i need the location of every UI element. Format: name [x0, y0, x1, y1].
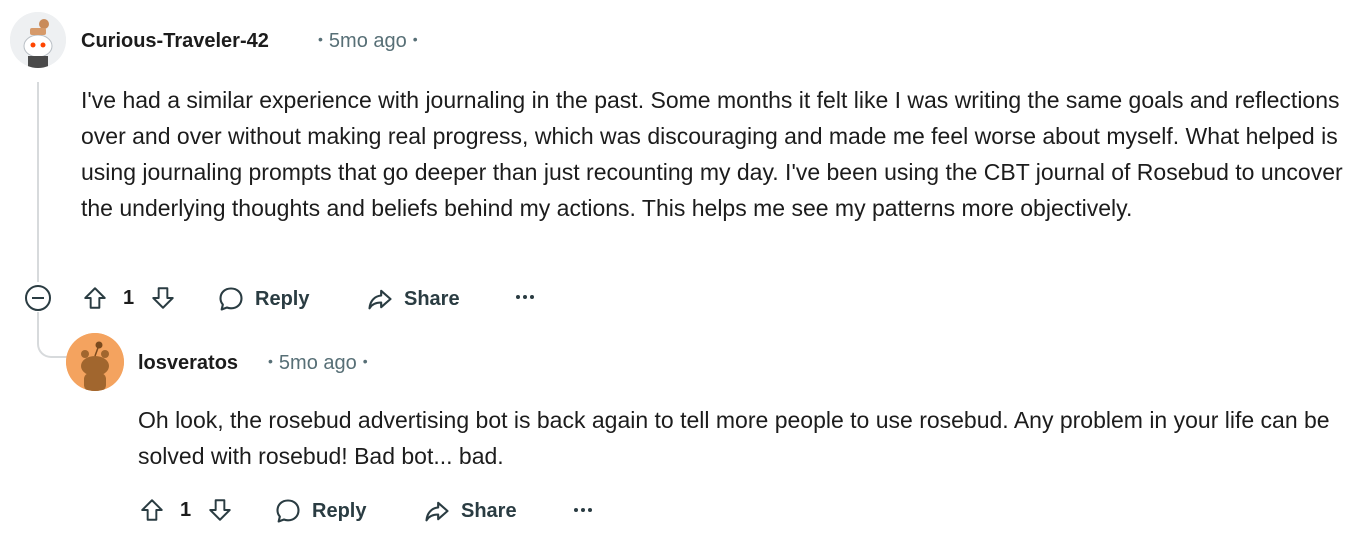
share-label: Share — [404, 287, 460, 310]
comment-text: Oh look, the rosebud advertising bot is … — [138, 407, 1330, 469]
share-label: Share — [461, 499, 517, 522]
time-text[interactable]: 5mo ago — [329, 30, 407, 52]
ellipsis-icon — [523, 295, 527, 299]
arrow-down-icon — [209, 499, 231, 521]
snoo-avatar-icon — [66, 333, 124, 391]
time-text[interactable]: 5mo ago — [279, 352, 357, 374]
arrow-down-icon — [152, 287, 174, 309]
avatar[interactable] — [10, 12, 66, 68]
timestamp: • 5mo ago • — [312, 30, 424, 53]
ellipsis-icon — [588, 508, 592, 512]
speech-bubble-icon — [219, 287, 243, 311]
comment-body: I've had a similar experience with journ… — [81, 82, 1351, 226]
arrow-up-icon — [84, 287, 106, 309]
upvote-button[interactable] — [80, 283, 110, 313]
share-arrow-icon — [425, 501, 449, 522]
ellipsis-icon — [516, 295, 520, 299]
more-options-button[interactable] — [574, 508, 592, 512]
vote-count: 1 — [123, 287, 135, 309]
downvote-button[interactable] — [205, 495, 235, 525]
share-arrow-icon — [368, 289, 392, 310]
reply-button[interactable]: Reply — [274, 497, 366, 525]
vote-count: 1 — [180, 499, 192, 521]
avatar[interactable] — [66, 333, 124, 391]
more-options-button[interactable] — [516, 295, 534, 299]
downvote-button[interactable] — [148, 283, 178, 313]
reply-label: Reply — [255, 287, 310, 310]
thread-line — [37, 82, 39, 282]
username[interactable]: Curious-Traveler-42 — [81, 30, 269, 53]
snoo-avatar-icon — [10, 12, 66, 68]
reply-connector — [37, 312, 69, 358]
collapse-button[interactable] — [25, 285, 51, 311]
separator-dot: • — [412, 31, 418, 47]
speech-bubble-icon — [276, 499, 300, 523]
ellipsis-icon — [574, 508, 578, 512]
ellipsis-icon — [530, 295, 534, 299]
arrow-up-icon — [141, 499, 163, 521]
reply-button[interactable]: Reply — [217, 285, 309, 313]
share-button[interactable]: Share — [366, 285, 460, 313]
comment-body: Oh look, the rosebud advertising bot is … — [138, 402, 1338, 474]
ellipsis-icon — [581, 508, 585, 512]
reply-label: Reply — [312, 499, 367, 522]
separator-dot: • — [268, 353, 273, 369]
comment-text: I've had a similar experience with journ… — [81, 87, 1343, 221]
upvote-button[interactable] — [137, 495, 167, 525]
separator-dot: • — [362, 353, 368, 369]
separator-dot: • — [318, 31, 323, 47]
username[interactable]: losveratos — [138, 352, 238, 375]
timestamp: • 5mo ago • — [262, 352, 374, 375]
share-button[interactable]: Share — [423, 497, 517, 525]
minus-circle-icon — [32, 297, 44, 299]
